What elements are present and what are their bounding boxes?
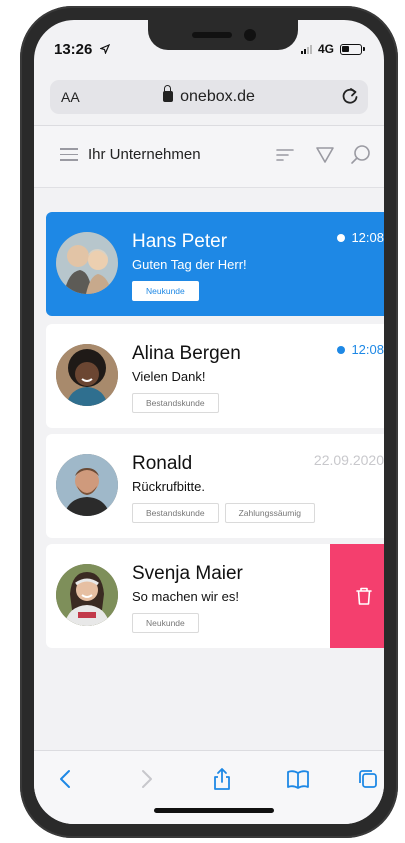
avatar	[56, 232, 118, 294]
tabs-icon[interactable]	[356, 767, 380, 791]
avatar	[56, 344, 118, 406]
status-time: 13:26	[54, 41, 93, 58]
lock-icon	[163, 85, 174, 102]
conversation-item[interactable]: Alina Bergen Vielen Dank! Bestandskunde …	[46, 324, 384, 428]
message-time: 12:08	[351, 230, 384, 245]
message-date: 22.09.2020	[313, 452, 384, 468]
message-preview: Vielen Dank!	[132, 369, 206, 384]
unread-indicator	[337, 345, 346, 354]
share-icon[interactable]	[210, 767, 234, 791]
avatar	[56, 454, 118, 516]
status-badge: Zahlungssäumig	[224, 503, 315, 523]
menu-icon[interactable]	[60, 148, 78, 162]
forward-icon[interactable]	[134, 767, 158, 791]
location-icon	[100, 44, 110, 54]
home-indicator	[154, 808, 274, 813]
url-domain: onebox.de	[180, 88, 255, 105]
contact-name: Hans Peter	[132, 231, 228, 252]
message-preview: So machen wir es!	[132, 589, 239, 604]
phone-frame: 13:26 4G AA onebox.de Ihr Unternehmen Ha…	[20, 6, 398, 838]
bookmarks-icon[interactable]	[286, 767, 310, 791]
message-preview: Rückrufbitte.	[132, 479, 205, 494]
trash-icon	[356, 587, 372, 605]
filter-icon[interactable]	[314, 144, 336, 166]
contact-name: Ronald	[132, 453, 193, 474]
network-label: 4G	[317, 42, 334, 56]
phone-screen: 13:26 4G AA onebox.de Ihr Unternehmen Ha…	[34, 20, 384, 824]
message-preview: Guten Tag der Herr!	[132, 257, 247, 272]
unread-indicator	[337, 233, 346, 242]
status-badge: Bestandskunde	[132, 503, 219, 523]
signal-icon	[300, 44, 312, 54]
delete-button[interactable]	[330, 544, 384, 648]
conversation-item[interactable]: Svenja Maier So machen wir es! Neukunde	[46, 544, 384, 648]
message-time: 12:08	[351, 342, 384, 357]
address-bar[interactable]: AA onebox.de	[50, 80, 368, 114]
avatar	[56, 564, 118, 626]
search-icon[interactable]	[350, 144, 372, 166]
notch	[148, 20, 298, 50]
contact-name: Alina Bergen	[132, 343, 241, 364]
conversation-item[interactable]: Ronald Rückrufbitte. Bestandskunde Zahlu…	[46, 434, 384, 538]
app-header: Ihr Unternehmen	[34, 126, 384, 188]
reload-icon[interactable]	[340, 86, 360, 106]
back-icon[interactable]	[54, 767, 78, 791]
status-badge: Bestandskunde	[132, 393, 219, 413]
page-title: Ihr Unternehmen	[88, 146, 201, 163]
sort-icon[interactable]	[274, 144, 296, 166]
battery-icon	[340, 43, 365, 55]
conversation-item[interactable]: Hans Peter Guten Tag der Herr! Neukunde …	[46, 212, 384, 316]
status-badge: Neukunde	[132, 613, 199, 633]
status-badge: Neukunde	[132, 281, 199, 301]
contact-name: Svenja Maier	[132, 563, 243, 584]
